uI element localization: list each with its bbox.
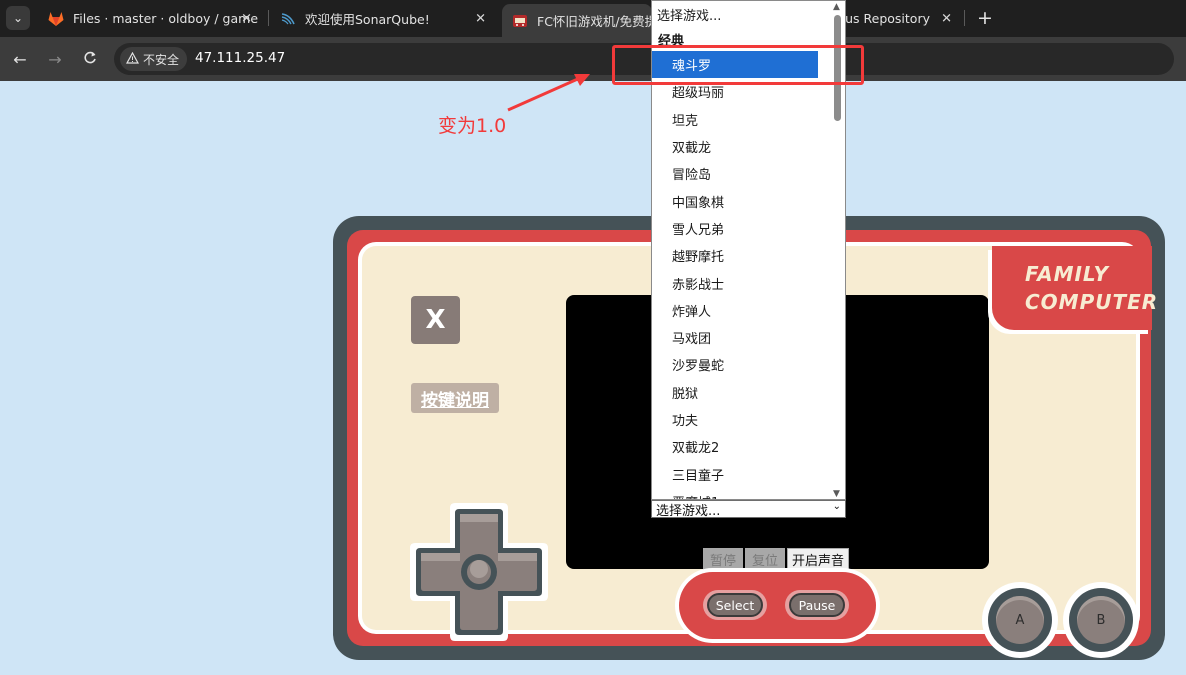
reload-icon	[83, 50, 97, 69]
select-button[interactable]: Select	[703, 590, 767, 620]
gitlab-icon	[48, 11, 64, 27]
start-select-panel: Select Pause	[679, 572, 876, 639]
tab-nexus[interactable]: Nexus Repository ✕	[836, 4, 962, 33]
b-button-label: B	[1077, 596, 1125, 644]
reset-game-button[interactable]: 复位	[745, 548, 785, 570]
game-option[interactable]: 雪人兄弟	[652, 215, 832, 242]
game-option[interactable]: 沙罗曼蛇	[652, 351, 832, 378]
tab-title: FC怀旧游戏机/免费提供	[537, 14, 652, 29]
tab-search-button[interactable]: ⌄	[6, 6, 30, 30]
tab-title: 欢迎使用SonarQube!	[305, 12, 430, 27]
tab-divider	[964, 10, 965, 26]
sound-on-button[interactable]: 开启声音	[787, 548, 849, 570]
scroll-up-icon[interactable]: ▲	[833, 2, 840, 12]
annotation-arrow-icon	[507, 74, 590, 112]
game-option[interactable]: 马戏团	[652, 324, 832, 351]
close-icon[interactable]: ✕	[241, 11, 252, 26]
browser-tab-bar: ⌄ Files · master · oldboy / game ✕ 欢迎使用S…	[0, 0, 1186, 37]
pause-game-button[interactable]: 暂停	[703, 548, 743, 570]
close-icon[interactable]: ✕	[475, 11, 486, 26]
a-button-label: A	[996, 596, 1044, 644]
pause-button[interactable]: Pause	[785, 590, 849, 620]
warning-icon	[125, 51, 140, 67]
url-text[interactable]: 47.111.25.47	[195, 50, 285, 66]
arrow-right-icon: →	[48, 49, 62, 69]
annotation-text: 变为1.0	[438, 115, 507, 137]
close-icon[interactable]: ✕	[941, 11, 952, 26]
chevron-down-icon: ⌄	[12, 11, 24, 25]
annotation-highlight-box	[612, 45, 864, 85]
reload-button[interactable]	[80, 49, 100, 69]
game-select[interactable]: 选择游戏... ⌄	[651, 500, 846, 519]
back-button[interactable]: ←	[10, 49, 30, 69]
option-placeholder[interactable]: 选择游戏...	[652, 1, 832, 27]
brand-logo: FAMILY COMPUTER	[1025, 262, 1159, 314]
tab-divider	[268, 10, 269, 26]
forward-button[interactable]: →	[45, 49, 65, 69]
tab-title: Files · master · oldboy / game	[73, 11, 259, 26]
game-option[interactable]: 脱狱	[652, 379, 832, 406]
game-option[interactable]: 越野摩托	[652, 242, 832, 269]
key-help-button[interactable]: 按键说明	[411, 383, 499, 413]
a-button[interactable]: A	[982, 582, 1058, 658]
game-option[interactable]: 三目童子	[652, 460, 832, 487]
game-option[interactable]: 中国象棋	[652, 187, 832, 214]
b-button[interactable]: B	[1063, 582, 1139, 658]
game-option[interactable]: 冒险岛	[652, 160, 832, 187]
game-option[interactable]: 双截龙2	[652, 433, 832, 460]
game-option[interactable]: 恶魔城1	[652, 488, 832, 499]
security-chip[interactable]: 不安全	[120, 47, 188, 71]
game-option[interactable]: 双截龙	[652, 133, 832, 160]
scroll-down-icon[interactable]: ▼	[833, 489, 840, 499]
game-option[interactable]: 炸弹人	[652, 297, 832, 324]
fc-game-icon	[512, 13, 528, 29]
tab-fc-game[interactable]: FC怀旧游戏机/免费提供	[502, 4, 652, 37]
plus-icon: +	[977, 7, 993, 29]
security-label: 不安全	[143, 52, 180, 67]
new-tab-button[interactable]: +	[973, 6, 997, 30]
game-option[interactable]: 功夫	[652, 406, 832, 433]
arrow-left-icon: ←	[13, 49, 27, 69]
tab-sonarqube[interactable]: 欢迎使用SonarQube! ✕	[270, 4, 496, 33]
game-select-value: 选择游戏...	[656, 503, 721, 519]
close-console-button[interactable]: X	[411, 296, 460, 344]
sonarqube-icon	[280, 11, 296, 27]
tab-gitlab[interactable]: Files · master · oldboy / game ✕	[38, 4, 262, 33]
game-option[interactable]: 赤影战士	[652, 269, 832, 296]
dpad[interactable]	[410, 503, 548, 641]
game-option[interactable]: 坦克	[652, 106, 832, 133]
chevron-down-icon: ⌄	[832, 501, 841, 512]
